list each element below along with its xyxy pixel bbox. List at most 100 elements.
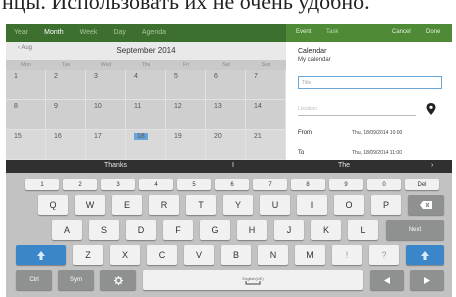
to-value[interactable]: Thu, 18/09/2014 11:00 (352, 150, 402, 156)
key-q[interactable]: Q (38, 195, 68, 215)
key-m[interactable]: M (295, 245, 325, 265)
key-8[interactable]: 8 (291, 179, 325, 190)
weekday-label: Mon (21, 62, 31, 68)
cursor-left-key[interactable] (370, 270, 404, 290)
key-c[interactable]: C (147, 245, 177, 265)
calendar-day-cell[interactable]: 6 (206, 70, 246, 100)
tab-week[interactable]: Week (72, 24, 106, 42)
calendar-day-number: 1 (14, 73, 18, 80)
delete-key[interactable]: Del (405, 179, 439, 190)
key-y[interactable]: Y (223, 195, 253, 215)
weekday-label: Tue (61, 62, 71, 68)
backspace-key[interactable] (408, 195, 444, 215)
done-button[interactable]: Done (426, 29, 440, 35)
key-o[interactable]: O (334, 195, 364, 215)
key-t[interactable]: T (186, 195, 216, 215)
key-3[interactable]: 3 (101, 179, 135, 190)
to-row[interactable]: To Thu, 18/09/2014 11:00 (298, 150, 448, 156)
tab-agenda[interactable]: Agenda (134, 24, 174, 42)
from-value[interactable]: Thu, 18/09/2014 10:00 (352, 130, 402, 136)
key-w[interactable]: W (75, 195, 105, 215)
key-z[interactable]: Z (73, 245, 103, 265)
cursor-right-key[interactable] (410, 270, 444, 290)
key-exclamation[interactable]: ! (332, 245, 362, 265)
calendar-day-cell[interactable]: 3 (86, 70, 126, 100)
calendar-day-cell[interactable]: 18 (126, 130, 166, 160)
suggestion-item[interactable]: Thanks (104, 162, 127, 169)
calendar-day-cell[interactable]: 13 (206, 100, 246, 130)
key-f[interactable]: F (163, 220, 193, 240)
calendar-day-cell[interactable]: 4 (126, 70, 166, 100)
key-b[interactable]: B (221, 245, 251, 265)
key-5[interactable]: 5 (177, 179, 211, 190)
key-a[interactable]: A (52, 220, 82, 240)
calendar-day-number: 5 (174, 73, 178, 80)
key-n[interactable]: N (258, 245, 288, 265)
key-v[interactable]: V (184, 245, 214, 265)
tab-event[interactable]: Event (296, 29, 311, 35)
cancel-button[interactable]: Cancel (392, 29, 411, 35)
key-k[interactable]: K (311, 220, 341, 240)
key-1[interactable]: 1 (25, 179, 59, 190)
calendar-day-cell[interactable]: 11 (126, 100, 166, 130)
calendar-day-cell[interactable]: 19 (166, 130, 206, 160)
calendar-day-cell[interactable]: 16 (46, 130, 86, 160)
calendar-day-cell[interactable]: 9 (46, 100, 86, 130)
key-7[interactable]: 7 (253, 179, 287, 190)
from-row[interactable]: From Thu, 18/09/2014 10:00 (298, 130, 448, 136)
tab-day[interactable]: Day (105, 24, 133, 42)
calendar-day-cell[interactable]: 12 (166, 100, 206, 130)
key-question[interactable]: ? (369, 245, 399, 265)
key-l[interactable]: L (348, 220, 378, 240)
key-r[interactable]: R (149, 195, 179, 215)
key-g[interactable]: G (200, 220, 230, 240)
calendar-day-cell[interactable]: 21 (246, 130, 286, 160)
calendar-day-cell[interactable]: 8 (6, 100, 46, 130)
suggestion-item[interactable]: The (338, 162, 350, 169)
calendar-day-cell[interactable]: 20 (206, 130, 246, 160)
suggestion-next-icon[interactable]: › (431, 162, 433, 169)
shift-key-right[interactable] (406, 245, 444, 265)
settings-key[interactable] (100, 270, 136, 290)
key-9[interactable]: 9 (329, 179, 363, 190)
key-4[interactable]: 4 (139, 179, 173, 190)
key-6[interactable]: 6 (215, 179, 249, 190)
key-x[interactable]: X (110, 245, 140, 265)
gear-icon (113, 275, 123, 285)
key-s[interactable]: S (89, 220, 119, 240)
weekday-label: Sat (222, 62, 230, 68)
calendar-selector[interactable]: My calendar (298, 57, 331, 63)
calendar-day-cell[interactable]: 7 (246, 70, 286, 100)
sym-key[interactable]: Sym (58, 270, 94, 290)
calendar-day-cell[interactable]: 5 (166, 70, 206, 100)
calendar-day-cell[interactable]: 14 (246, 100, 286, 130)
tab-task[interactable]: Task (326, 29, 338, 35)
location-input[interactable]: Location (298, 104, 416, 116)
location-pin-icon[interactable] (426, 103, 436, 115)
ctrl-key[interactable]: Ctrl (16, 270, 52, 290)
suggestion-item[interactable]: I (232, 162, 234, 169)
calendar-day-cell[interactable]: 15 (6, 130, 46, 160)
month-title: September 2014 (116, 46, 176, 55)
calendar-day-cell[interactable]: 10 (86, 100, 126, 130)
space-key[interactable]: English(UK) (143, 270, 363, 290)
key-p[interactable]: P (371, 195, 401, 215)
next-key[interactable]: Next (386, 220, 444, 240)
calendar-day-cell[interactable]: 2 (46, 70, 86, 100)
key-j[interactable]: J (274, 220, 304, 240)
key-2[interactable]: 2 (63, 179, 97, 190)
key-u[interactable]: U (260, 195, 290, 215)
calendar-day-cell[interactable]: 17 (86, 130, 126, 160)
key-h[interactable]: H (237, 220, 267, 240)
key-0[interactable]: 0 (367, 179, 401, 190)
key-d[interactable]: D (126, 220, 156, 240)
calendar-day-number: 9 (54, 103, 58, 110)
key-e[interactable]: E (112, 195, 142, 215)
title-input[interactable]: Title (298, 76, 442, 89)
key-i[interactable]: I (297, 195, 327, 215)
calendar-day-cell[interactable]: 1 (6, 70, 46, 100)
weekday-label: Wed (100, 62, 112, 68)
tab-year[interactable]: Year (6, 24, 36, 42)
tab-month[interactable]: Month (36, 24, 71, 42)
shift-key-left[interactable] (16, 245, 66, 265)
